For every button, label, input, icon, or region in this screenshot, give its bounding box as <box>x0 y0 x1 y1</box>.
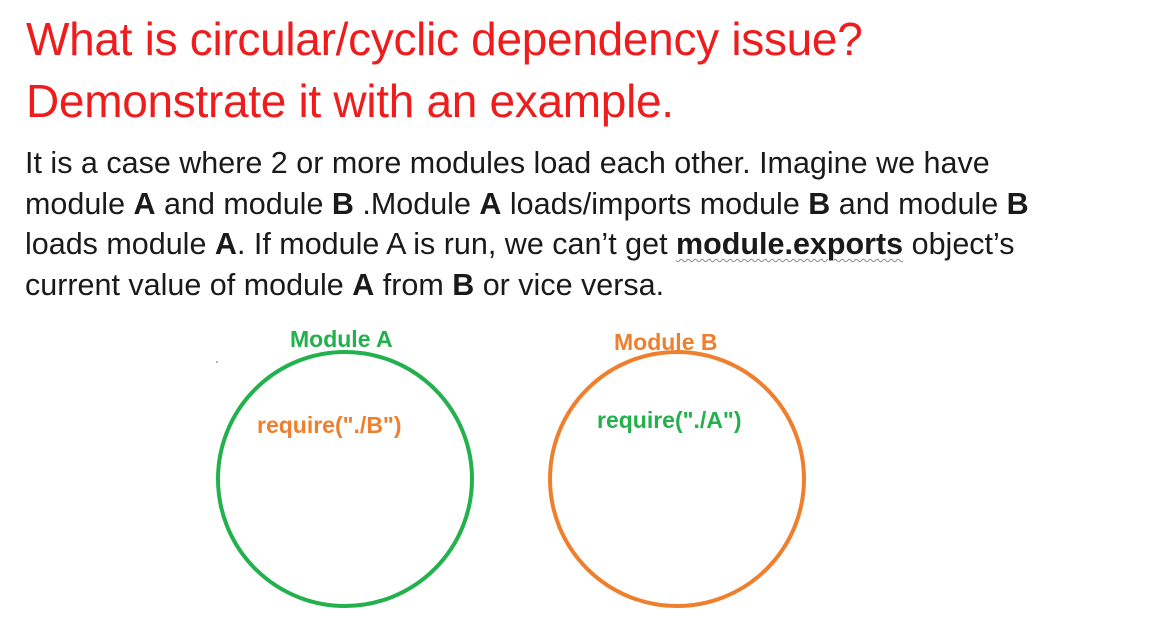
paragraph-line-3: loads module A. If module A is run, we c… <box>25 224 1155 265</box>
paragraph-text: loads module <box>25 227 215 261</box>
slide-title: What is circular/cyclic dependency issue… <box>26 8 1146 132</box>
bold-module-name: A <box>352 267 375 302</box>
paragraph-line-2: module A and module B .Module A loads/im… <box>25 184 1155 225</box>
module-b-circle <box>548 350 806 608</box>
bold-module-name: B <box>452 267 475 302</box>
module-a-circle <box>216 350 474 608</box>
bold-module-name: A <box>479 186 502 221</box>
paragraph-text: It is a case where 2 or more modules loa… <box>25 146 990 180</box>
paragraph-text: current value of module <box>25 267 353 302</box>
paragraph-line-1: It is a case where 2 or more modules loa… <box>25 143 1155 184</box>
bold-module-name: B <box>808 186 831 221</box>
title-line-2: Demonstrate it with an example. <box>26 75 674 127</box>
paragraph-line-4: current value of module A from B or vice… <box>25 265 1155 306</box>
paragraph-text: from <box>374 267 453 302</box>
bold-module-name: B <box>331 186 354 221</box>
stray-dot <box>216 361 218 363</box>
bold-module-name: A <box>214 227 237 261</box>
paragraph-text: and module <box>830 186 1007 221</box>
module-b-label: Module B <box>614 329 718 355</box>
bold-module-name: B <box>1006 186 1029 221</box>
paragraph-text: and module <box>155 186 332 221</box>
paragraph-text: . If module A is run, we can’t get <box>236 227 677 261</box>
title-line-1: What is circular/cyclic dependency issue… <box>26 13 863 65</box>
slide: What is circular/cyclic dependency issue… <box>0 0 1164 628</box>
paragraph-text: .Module <box>353 186 480 221</box>
paragraph-text: module <box>25 186 134 221</box>
module-a-require-statement: require("./B") <box>257 412 402 438</box>
paragraph-text: object’s <box>903 227 1015 261</box>
paragraph-text: loads/imports module <box>501 186 809 221</box>
paragraph-text: or vice versa. <box>474 267 665 302</box>
module-b-require-statement: require("./A") <box>597 407 742 433</box>
module-exports-term: module.exports <box>676 227 904 261</box>
explanation-paragraph: It is a case where 2 or more modules loa… <box>25 143 1155 305</box>
module-a-label: Module A <box>290 326 393 352</box>
bold-module-name: A <box>133 186 156 221</box>
